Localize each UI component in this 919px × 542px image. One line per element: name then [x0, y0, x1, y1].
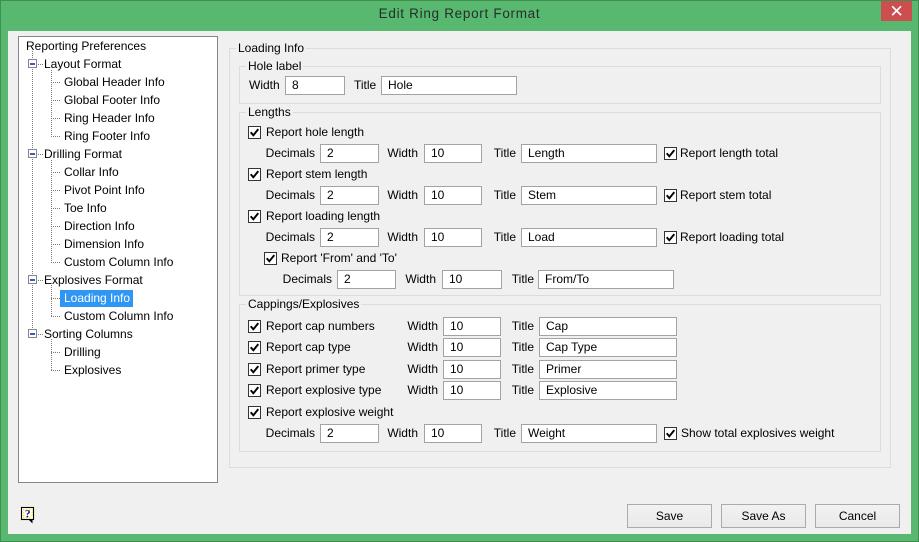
- svg-text:?: ?: [25, 508, 31, 520]
